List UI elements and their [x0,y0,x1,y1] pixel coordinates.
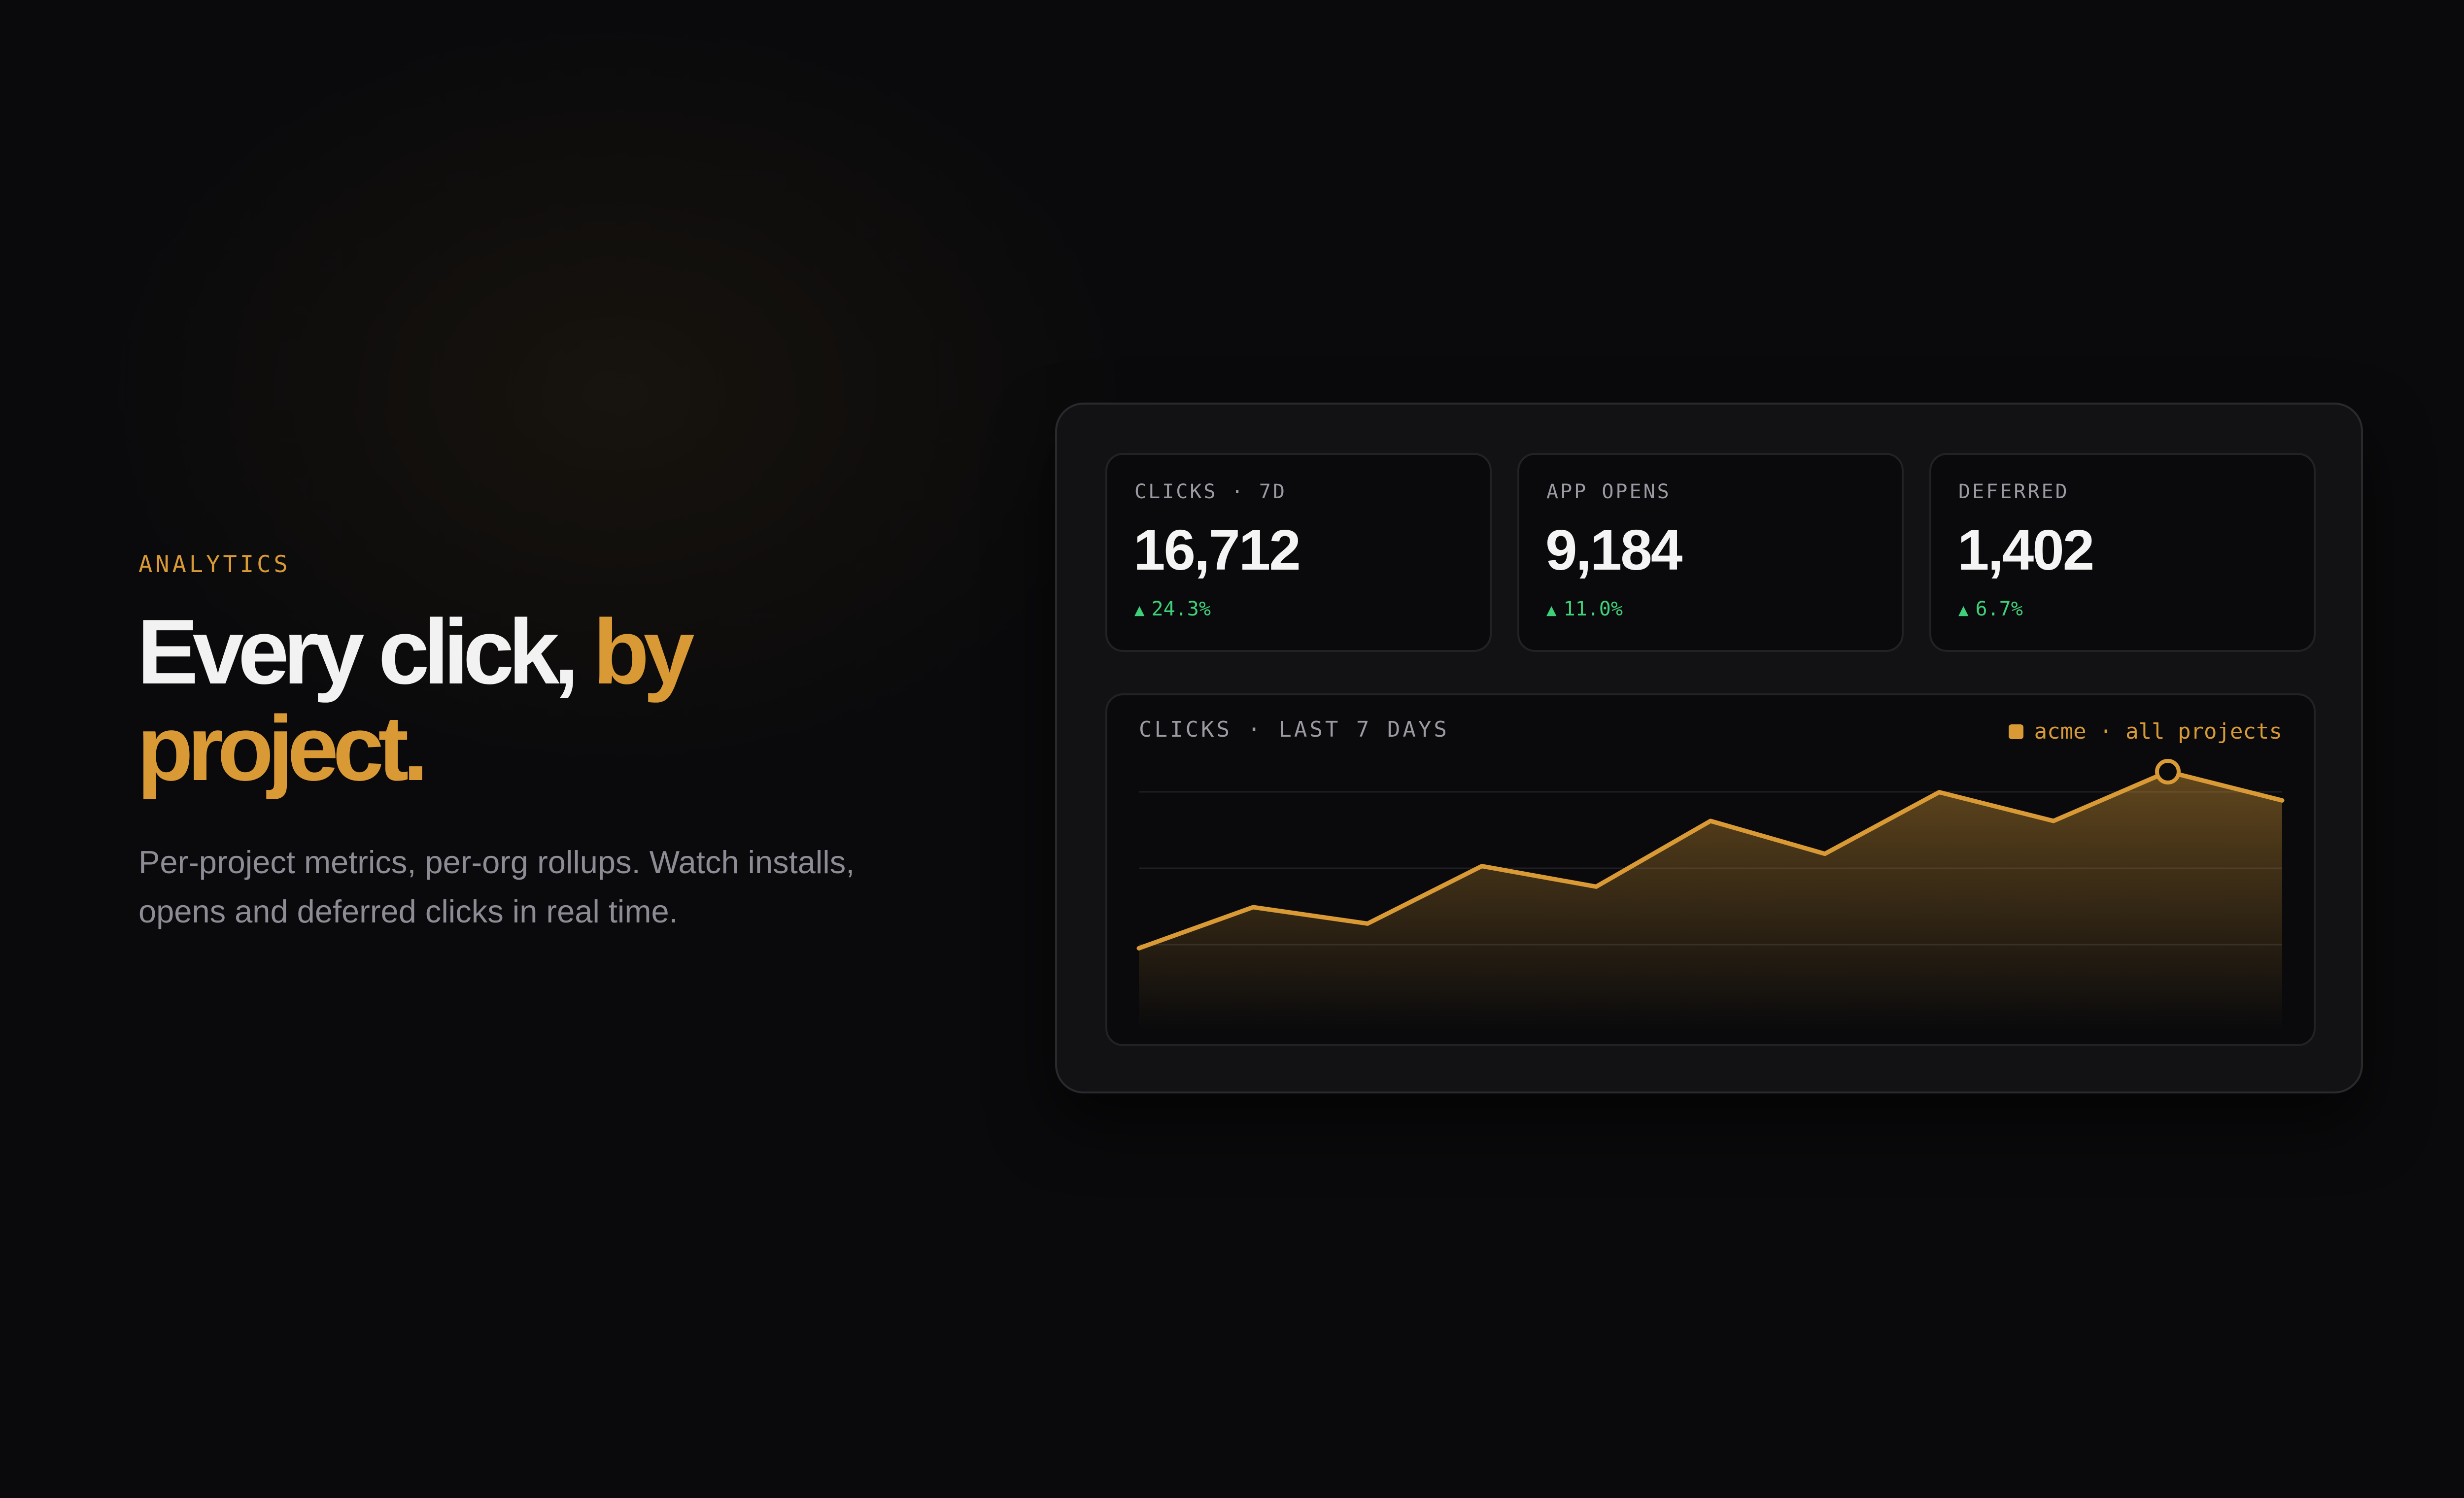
stat-label: DEFERRED [1958,480,2069,503]
dashboard-panel: CLICKS · 7D 16,712 ▲ 24.3% APP OPENS 9,18… [1055,403,2363,1093]
stat-label: APP OPENS [1546,480,1671,503]
stat-value: 9,184 [1545,518,1682,582]
stat-delta-value: 6.7% [1975,598,2023,620]
stat-delta: ▲ 24.3% [1134,598,1211,620]
data-point [1596,886,1597,887]
stat-delta: ▲ 6.7% [1958,598,2023,620]
hero-subtitle: Per-project metrics, per-org rollups. Wa… [138,844,855,929]
data-point [1481,866,1482,867]
stat-value: 1,402 [1957,518,2094,582]
stat-delta-value: 11.0% [1563,598,1623,620]
triangle-up-icon: ▲ [1134,600,1145,620]
data-point [1367,923,1368,924]
data-point [1939,792,1940,793]
stat-label: CLICKS · 7D [1134,480,1287,503]
clicks-area-chart [1136,759,2285,1030]
stat-value: 16,712 [1133,518,1301,582]
data-point [1710,820,1711,821]
series-area [1139,772,2282,1030]
highlight-point [2155,759,2181,784]
data-point [2053,820,2054,821]
data-point [1824,853,1825,854]
stat-card-clicks[interactable]: CLICKS · 7D 16,712 ▲ 24.3% [1105,453,1492,652]
hero-headline: Every click, by project. [137,604,925,797]
stat-card-app-opens[interactable]: APP OPENS 9,184 ▲ 11.0% [1517,453,1904,652]
stat-card-deferred[interactable]: DEFERRED 1,402 ▲ 6.7% [1929,453,2316,652]
stat-delta: ▲ 11.0% [1546,598,1623,620]
data-point [2282,800,2283,801]
data-point [1253,907,1254,908]
triangle-up-icon: ▲ [1958,600,1969,620]
stat-delta-value: 24.3% [1151,598,1211,620]
headline-main: Every click, [137,600,579,703]
hero-eyebrow: ANALYTICS [138,551,291,578]
triangle-up-icon: ▲ [1546,600,1557,620]
clicks-chart-card: CLICKS · LAST 7 DAYS acme · all projects [1105,693,2316,1046]
data-point [1138,948,1139,949]
